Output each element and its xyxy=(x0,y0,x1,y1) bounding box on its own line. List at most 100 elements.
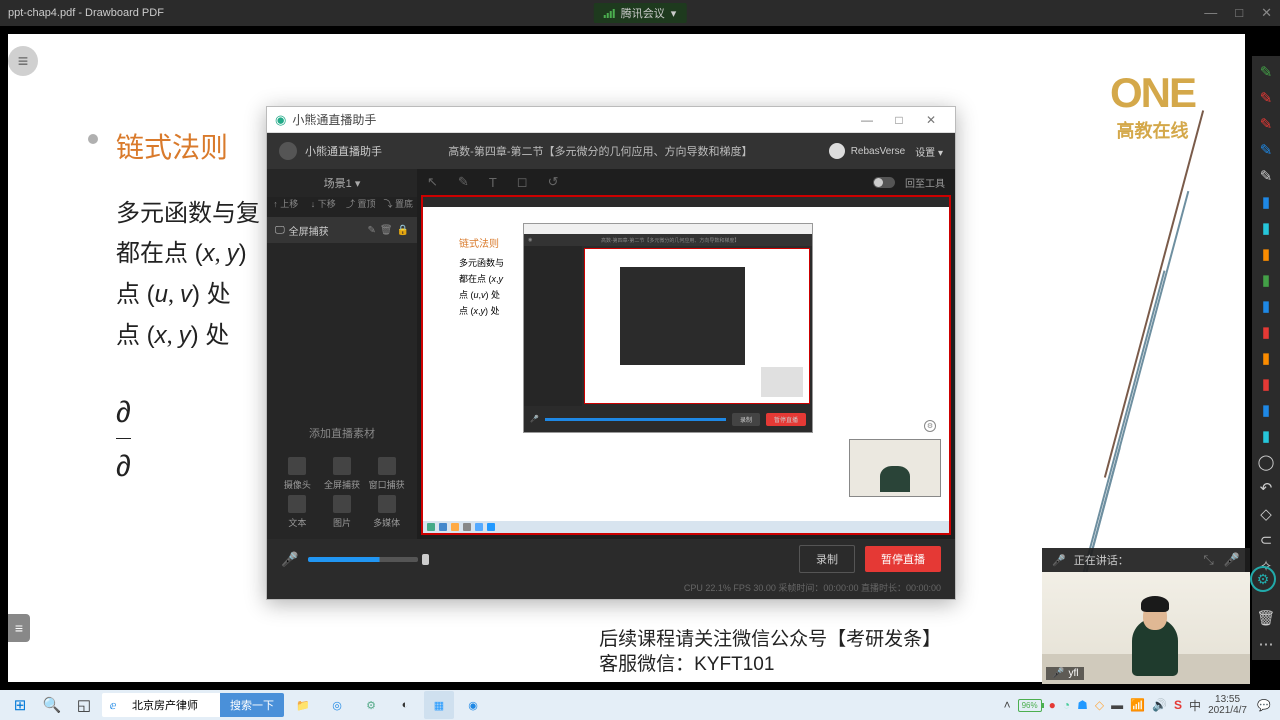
tray-power-icon[interactable]: ▬ xyxy=(1111,698,1123,712)
tray-expand-icon[interactable]: ˄ xyxy=(1004,698,1011,712)
source-label: 全屏捕获 xyxy=(289,223,364,238)
app-edge[interactable]: ◎ xyxy=(322,691,352,719)
volume-handle[interactable] xyxy=(422,554,429,565)
maximize-button[interactable]: □ xyxy=(1235,5,1243,21)
close-button[interactable]: ✕ xyxy=(1261,5,1272,21)
stream-minimize-button[interactable]: — xyxy=(851,113,883,127)
pen-tool-white[interactable]: ✎ xyxy=(1256,166,1276,186)
preview-canvas[interactable]: 链式法则 多元函数与 都在点 (x,y 点 (u,v) 处 点 (x,y) 处 … xyxy=(421,195,951,535)
mic-icon[interactable]: 🎤 xyxy=(281,551,298,568)
hi-tool-blue[interactable]: ▮ xyxy=(1256,192,1276,212)
hi-tool-blue-2[interactable]: ▮ xyxy=(1256,296,1276,316)
source-item[interactable]: 🖵 全屏捕获 ✎ 🗑 🔒 xyxy=(267,217,417,243)
windows-taskbar: ⊞ 🔍 ◱ ⅇ 搜索一下 📁 ◎ ⚙ ◐ ▦ ◉ ˄ 96% ● ◔ ☗ ◇ ▬… xyxy=(0,690,1280,720)
move-bottom-button[interactable]: ⤵ 置底 xyxy=(380,197,418,217)
shape-tool[interactable]: ◯ xyxy=(1256,452,1276,472)
add-text-button[interactable]: 文本 xyxy=(277,495,318,529)
footer-line-1: 后续课程请关注微信公众号【考研发条】 xyxy=(599,627,941,653)
search-button[interactable]: 🔍 xyxy=(38,691,66,719)
trash-icon[interactable]: 🗑 xyxy=(1256,608,1276,628)
stop-live-button[interactable]: 暂停直播 xyxy=(865,546,941,572)
meeting-indicator[interactable]: 腾讯会议 ▾ xyxy=(594,3,687,23)
camera-thumbnail[interactable]: ⚙ xyxy=(849,439,941,497)
stream-close-button[interactable]: ✕ xyxy=(915,113,947,127)
tray-ime-icon[interactable]: S xyxy=(1174,698,1182,712)
delete-icon[interactable]: 🗑 xyxy=(380,225,393,236)
undo-icon[interactable]: ↶ xyxy=(1256,478,1276,498)
notification-icon[interactable]: 💬 xyxy=(1254,699,1274,712)
settings-dropdown[interactable]: 设置 ▾ xyxy=(915,144,943,159)
move-down-button[interactable]: ↓ 下移 xyxy=(305,197,343,217)
add-image-button[interactable]: 图片 xyxy=(322,495,363,529)
pen-tool-red-2[interactable]: ✎ xyxy=(1256,114,1276,134)
pen-tool-green[interactable]: ✎ xyxy=(1256,62,1276,82)
hi-tool-orange-2[interactable]: ▮ xyxy=(1256,348,1276,368)
drawtool-toggle[interactable] xyxy=(873,177,895,188)
scene-selector[interactable]: 场景1 ▾ xyxy=(267,169,417,197)
user-name: RebasVerse xyxy=(851,146,905,157)
streaming-titlebar[interactable]: ◉ 小熊通直播助手 — □ ✕ xyxy=(267,107,955,133)
speaker-video[interactable]: 🎤 yfl xyxy=(1042,572,1250,684)
edit-icon[interactable]: ✎ xyxy=(367,225,375,236)
speaker-prev-icon[interactable]: ⤡ xyxy=(1203,552,1213,568)
avatar-icon xyxy=(829,143,845,159)
hi-tool-red[interactable]: ▮ xyxy=(1256,322,1276,342)
stream-maximize-button[interactable]: □ xyxy=(883,113,915,127)
clock-date: 2021/4/7 xyxy=(1208,705,1247,716)
hi-tool-cyan[interactable]: ▮ xyxy=(1256,218,1276,238)
add-screen-button[interactable]: 全屏捕获 xyxy=(322,457,363,491)
battery-icon[interactable]: 96% xyxy=(1018,699,1042,712)
speaker-mute-icon[interactable]: 🎤 xyxy=(1224,552,1240,568)
lock-icon[interactable]: 🔒 xyxy=(397,225,409,236)
tray-lang-icon[interactable]: 中 xyxy=(1189,697,1201,714)
add-window-button[interactable]: 窗口捕获 xyxy=(366,457,407,491)
add-camera-button[interactable]: 摄像头 xyxy=(277,457,318,491)
start-button[interactable]: ⊞ xyxy=(6,691,34,719)
source-grid: 摄像头 全屏捕获 窗口捕获 文本 图片 多媒体 xyxy=(267,451,417,539)
app-obs[interactable]: ◐ xyxy=(390,691,420,719)
minimize-button[interactable]: — xyxy=(1204,5,1217,21)
floating-gear-icon[interactable]: ⚙ xyxy=(1250,566,1276,592)
hi-tool-blue-3[interactable]: ▮ xyxy=(1256,400,1276,420)
tray-app2-icon[interactable]: ◇ xyxy=(1095,698,1104,712)
hi-tool-cyan-2[interactable]: ▮ xyxy=(1256,426,1276,446)
tool-3-icon[interactable]: T xyxy=(489,175,497,190)
more-icon[interactable]: ⋯ xyxy=(1256,634,1276,654)
search-go-button[interactable]: 搜索一下 xyxy=(220,693,284,717)
tray-app1-icon[interactable]: ☗ xyxy=(1077,698,1088,712)
move-top-button[interactable]: ⤴ 置顶 xyxy=(342,197,380,217)
search-input[interactable] xyxy=(124,693,220,717)
hamburger-menu-icon[interactable]: ≡ xyxy=(8,46,38,76)
volume-slider[interactable] xyxy=(308,557,418,562)
app-explorer[interactable]: 📁 xyxy=(288,691,318,719)
tool-1-icon[interactable]: ↖ xyxy=(427,174,438,190)
add-media-button[interactable]: 多媒体 xyxy=(366,495,407,529)
drawtool-label: 回至工具 xyxy=(905,175,945,190)
hi-tool-red-2[interactable]: ▮ xyxy=(1256,374,1276,394)
app-meeting[interactable]: ▦ xyxy=(424,691,454,719)
pen-tool-blue[interactable]: ✎ xyxy=(1256,140,1276,160)
bookmark-tab-icon[interactable]: ≡ xyxy=(8,614,30,642)
tool-4-icon[interactable]: ◻ xyxy=(517,174,528,190)
ie-icon[interactable]: ⅇ xyxy=(102,699,124,712)
move-up-button[interactable]: ↑ 上移 xyxy=(267,197,305,217)
task-view-icon[interactable]: ◱ xyxy=(70,691,98,719)
tray-volume-icon[interactable]: 🔊 xyxy=(1152,698,1167,712)
cam-gear-icon[interactable]: ⚙ xyxy=(924,420,936,432)
tray-rec-icon[interactable]: ● xyxy=(1049,698,1056,712)
tool-2-icon[interactable]: ✎ xyxy=(458,174,469,190)
pen-tool-red[interactable]: ✎ xyxy=(1256,88,1276,108)
tray-sync-icon[interactable]: ◔ xyxy=(1063,698,1070,712)
record-button[interactable]: 录制 xyxy=(799,545,855,573)
hi-tool-green[interactable]: ▮ xyxy=(1256,270,1276,290)
eraser-icon[interactable]: ◇ xyxy=(1256,504,1276,524)
hi-tool-orange[interactable]: ▮ xyxy=(1256,244,1276,264)
speaker-label: 正在讲话： xyxy=(1074,552,1129,568)
lasso-icon[interactable]: ⊂ xyxy=(1256,530,1276,550)
taskbar-clock[interactable]: 13:55 2021/4/7 xyxy=(1208,694,1247,716)
user-chip[interactable]: RebasVerse xyxy=(829,143,905,159)
tray-wifi-icon[interactable]: 📶 xyxy=(1130,698,1145,712)
app-todesk[interactable]: ◉ xyxy=(458,691,488,719)
app-settings[interactable]: ⚙ xyxy=(356,691,386,719)
tool-5-icon[interactable]: ↺ xyxy=(548,174,559,190)
